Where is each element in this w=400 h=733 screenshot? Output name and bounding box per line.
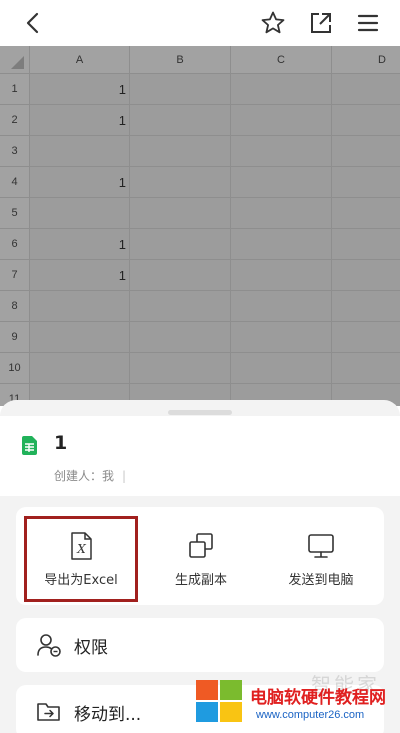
sheet-cell[interactable] [30,198,130,229]
sheet-cell[interactable] [332,322,400,353]
copy-icon [189,533,213,558]
sheet-cell[interactable] [231,291,332,322]
move-to-label: 移动到... [74,705,142,725]
make-copy-label: 生成副本 [174,573,227,588]
drag-handle[interactable] [168,410,232,415]
external-link-icon [311,13,331,33]
file-creator: 创建人：我 | [54,467,126,484]
sheet-row: 61 [0,229,400,260]
row-header[interactable]: 9 [0,322,30,353]
select-all-triangle-icon [11,56,24,69]
sheet-cell[interactable]: 1 [30,229,130,260]
sheet-cell[interactable] [231,105,332,136]
sheet-cell[interactable] [231,260,332,291]
sheet-cell[interactable] [30,291,130,322]
sheet-cell[interactable] [30,136,130,167]
site-watermark: 智能家 电脑软硬件教程网 www.computer26.com [196,673,400,733]
sheet-cell[interactable] [332,260,400,291]
row-header[interactable]: 4 [0,167,30,198]
permissions-label: 权限 [74,638,108,658]
file-title: 1 [54,432,68,454]
permissions-item[interactable]: 权限 [16,618,384,672]
row-header[interactable]: 8 [0,291,30,322]
sheet-cell[interactable] [30,322,130,353]
row-header[interactable]: 5 [0,198,30,229]
sheet-cell[interactable] [231,198,332,229]
sheet-cell[interactable] [231,353,332,384]
column-header-b[interactable]: B [130,46,231,74]
menu-icon [357,14,379,32]
favorite-button[interactable] [258,8,288,38]
sheet-cell[interactable]: 1 [30,260,130,291]
row-header[interactable]: 10 [0,353,30,384]
monitor-icon [308,534,334,558]
send-to-computer-label: 发送到电脑 [288,573,354,588]
star-icon [261,11,285,34]
send-to-computer-button[interactable]: 发送到电脑 [264,517,378,597]
sheet-cell[interactable] [332,291,400,322]
sheet-cell[interactable] [130,353,231,384]
windows-logo-icon [196,680,244,724]
sheet-cell[interactable] [130,74,231,105]
sheet-cell[interactable] [130,322,231,353]
sheet-row: 21 [0,105,400,136]
sheet-row: 3 [0,136,400,167]
sheet-cell[interactable] [130,105,231,136]
user-permission-icon [37,634,61,657]
sheet-row: 41 [0,167,400,198]
sheet-cell[interactable] [130,229,231,260]
file-info: 1 创建人：我 | [0,416,400,496]
sheet-cell[interactable] [130,260,231,291]
back-button[interactable] [17,8,47,38]
sheet-row: 5 [0,198,400,229]
share-button[interactable] [306,8,336,38]
row-header[interactable]: 6 [0,229,30,260]
sheet-cell[interactable] [332,229,400,260]
sheet-cell[interactable] [231,322,332,353]
row-header[interactable]: 1 [0,74,30,105]
sheet-cell[interactable] [130,198,231,229]
row-header[interactable]: 7 [0,260,30,291]
sheet-cell[interactable] [30,353,130,384]
sheet-cell[interactable] [130,291,231,322]
sheet-cell[interactable] [332,353,400,384]
sheet-corner[interactable] [0,46,30,74]
row-header[interactable]: 3 [0,136,30,167]
sheet-row: 71 [0,260,400,291]
row-header[interactable]: 2 [0,105,30,136]
meta-separator: | [122,469,127,483]
sheet-cell[interactable]: 1 [30,167,130,198]
make-copy-button[interactable]: 生成副本 [144,517,258,597]
sheet-row: 10 [0,353,400,384]
export-highlight-box [24,516,138,602]
sheet-cell[interactable]: 1 [30,105,130,136]
spreadsheet-grid: A B C D 1 1 2 1 3 4 1 5 6 1 7 1 8 9 10 11 [0,46,400,406]
folder-move-icon [37,703,60,721]
chevron-left-icon [26,12,39,34]
spreadsheet-icon [22,436,37,455]
sheet-cell[interactable] [332,105,400,136]
sheet-cell[interactable] [130,167,231,198]
column-header-d[interactable]: D [332,46,400,74]
sheet-cell[interactable] [130,136,231,167]
watermark-url: www.computer26.com [256,709,365,721]
sheet-row: 9 [0,322,400,353]
sheet-cell[interactable] [231,229,332,260]
column-header-c[interactable]: C [231,46,332,74]
sheet-row: 8 [0,291,400,322]
column-header-a[interactable]: A [30,46,130,74]
sheet-cell[interactable] [332,136,400,167]
sheet-cell[interactable] [332,198,400,229]
sheet-cell[interactable] [332,167,400,198]
creator-label: 创建人：我 [54,469,115,483]
sheet-row: 11 [0,74,400,105]
sheet-cell[interactable]: 1 [30,74,130,105]
sheet-cell[interactable] [332,74,400,105]
top-toolbar [0,0,400,46]
watermark-title: 电脑软硬件教程网 [250,688,386,708]
sheet-cell[interactable] [231,74,332,105]
sheet-cell[interactable] [231,167,332,198]
menu-button[interactable] [353,8,383,38]
sheet-cell[interactable] [231,136,332,167]
